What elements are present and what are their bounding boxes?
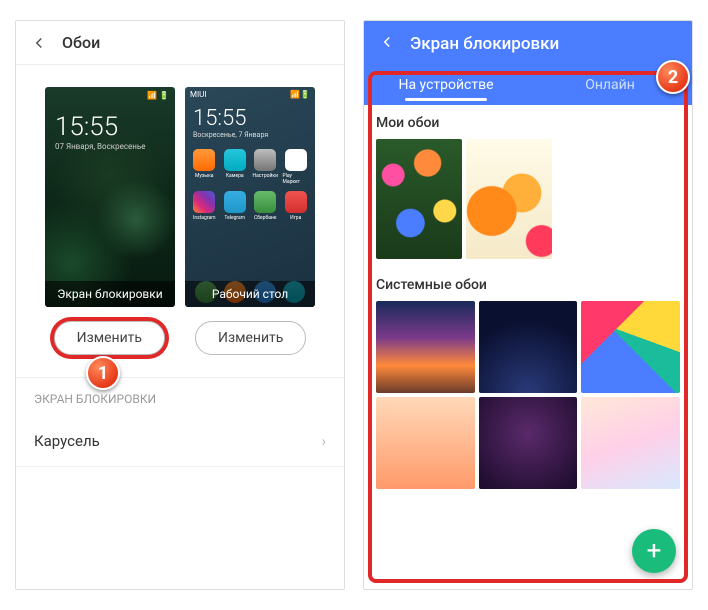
wallpaper-thumb[interactable] bbox=[581, 301, 680, 393]
chevron-right-icon: › bbox=[321, 432, 326, 450]
change-lockscreen-button[interactable]: Изменить bbox=[54, 321, 165, 355]
phone-left: Обои 📶 🔋 15:55 07 Января, Воскресенье Эк… bbox=[15, 20, 345, 590]
carousel-label: Карусель bbox=[34, 432, 100, 450]
header-right: Экран блокировки bbox=[364, 21, 692, 67]
home-label: Рабочий стол bbox=[185, 281, 315, 307]
statusbar: 📶 🔋 bbox=[45, 87, 175, 104]
tab-on-device[interactable]: На устройстве bbox=[364, 67, 528, 105]
wallpaper-thumb[interactable] bbox=[376, 139, 462, 259]
add-wallpaper-fab[interactable]: + bbox=[632, 529, 676, 573]
callout-badge-1: 1 bbox=[86, 356, 120, 390]
back-icon[interactable] bbox=[30, 34, 48, 52]
homescreen-preview[interactable]: MIUI📶🔋 15:55 Воскресенье, 7 Января Музык… bbox=[185, 87, 315, 307]
lock-date: 07 Января, Воскресенье bbox=[45, 142, 175, 151]
system-wallpapers-grid bbox=[364, 301, 692, 489]
section-system-wallpapers: Системные обои bbox=[364, 267, 692, 301]
carousel-row[interactable]: Карусель › bbox=[16, 416, 344, 467]
plus-icon: + bbox=[647, 536, 662, 566]
wallpaper-previews: 📶 🔋 15:55 07 Января, Воскресенье Экран б… bbox=[16, 65, 344, 315]
home-date: Воскресенье, 7 Января bbox=[185, 131, 315, 145]
wallpaper-thumb[interactable] bbox=[376, 301, 475, 393]
home-icon-grid: Музыка Камера Настройки Play Маркет Inst… bbox=[185, 145, 315, 225]
page-title-right: Экран блокировки bbox=[410, 34, 559, 54]
wallpaper-thumb[interactable] bbox=[581, 397, 680, 489]
back-icon[interactable] bbox=[378, 33, 396, 55]
wallpaper-thumb[interactable] bbox=[479, 301, 578, 393]
tabs: На устройстве Онлайн bbox=[364, 67, 692, 105]
page-title-left: Обои bbox=[62, 33, 100, 52]
my-wallpapers-row bbox=[364, 139, 692, 267]
wallpaper-thumb[interactable] bbox=[479, 397, 578, 489]
home-time: 15:55 bbox=[185, 102, 315, 131]
header-left: Обои bbox=[16, 21, 344, 65]
change-homescreen-button[interactable]: Изменить bbox=[195, 321, 306, 355]
section-lockscreen: ЭКРАН БЛОКИРОВКИ bbox=[16, 377, 344, 416]
wallpaper-thumb[interactable] bbox=[376, 397, 475, 489]
lock-label: Экран блокировки bbox=[45, 281, 175, 307]
callout-badge-2: 2 bbox=[656, 60, 690, 94]
lock-time: 15:55 bbox=[45, 104, 175, 142]
statusbar: MIUI📶🔋 bbox=[185, 87, 315, 102]
phone-right: Экран блокировки На устройстве Онлайн Мо… bbox=[363, 20, 693, 590]
wallpaper-thumb[interactable] bbox=[466, 139, 552, 259]
change-buttons: Изменить Изменить bbox=[16, 315, 344, 377]
lockscreen-preview[interactable]: 📶 🔋 15:55 07 Января, Воскресенье Экран б… bbox=[45, 87, 175, 307]
section-my-wallpapers: Мои обои bbox=[364, 105, 692, 139]
